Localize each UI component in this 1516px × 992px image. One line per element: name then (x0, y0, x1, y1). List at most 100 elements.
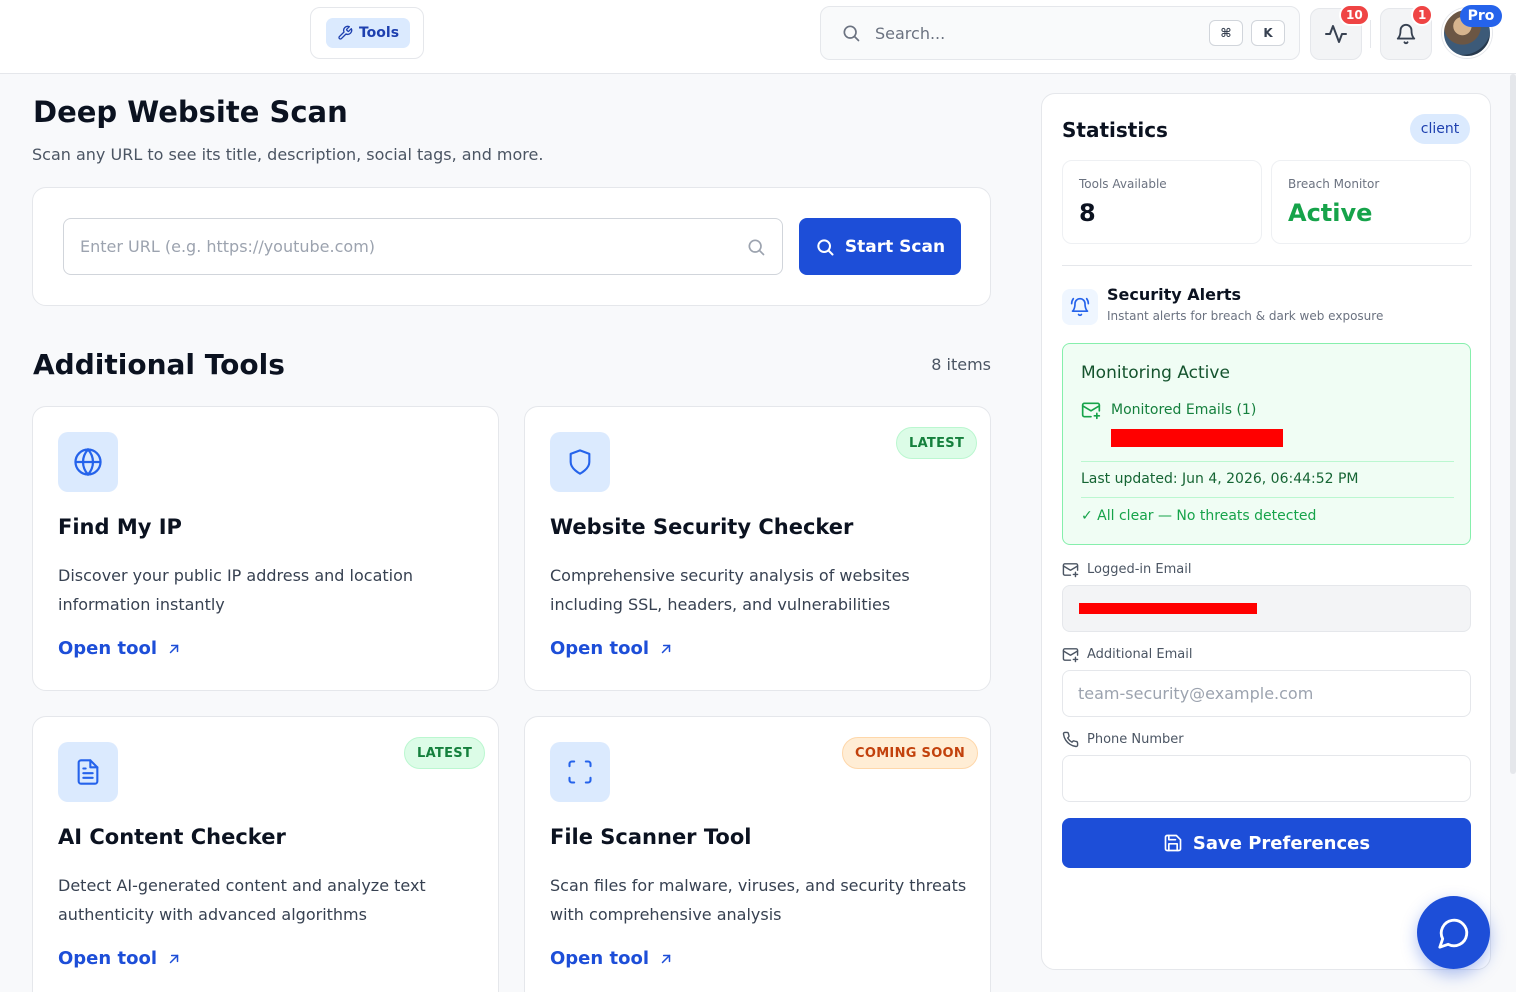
arrow-up-right-icon (659, 642, 673, 656)
page-subtitle: Scan any URL to see its title, descripti… (32, 145, 544, 164)
activity-badge: 10 (1339, 4, 1370, 26)
scan-card: Enter URL (e.g. https://youtube.com) Sta… (32, 187, 991, 306)
tool-card[interactable]: COMING SOON File Scanner Tool Scan files… (524, 716, 991, 992)
stat-value: 8 (1079, 199, 1096, 227)
divider (1081, 461, 1454, 462)
redacted-email (1079, 603, 1257, 614)
search-bar[interactable]: Search... ⌘ K (820, 6, 1300, 60)
tool-title: Find My IP (58, 515, 182, 539)
open-tool-link[interactable]: Open tool (550, 638, 673, 659)
globe-icon (58, 432, 118, 492)
tool-card[interactable]: LATEST AI Content Checker Detect AI-gene… (32, 716, 499, 992)
tool-description: Scan files for malware, viruses, and sec… (550, 876, 967, 924)
stat-breach-monitor: Breach Monitor Active (1271, 160, 1471, 244)
open-tool-link[interactable]: Open tool (550, 948, 673, 969)
activity-icon (1324, 22, 1348, 46)
tool-title: AI Content Checker (58, 825, 286, 849)
tool-description: Comprehensive security analysis of websi… (550, 566, 910, 614)
open-tool-label: Open tool (550, 948, 649, 969)
chat-bubble-icon (1437, 916, 1471, 950)
field-label: Logged-in Email (1087, 562, 1192, 577)
save-preferences-label: Save Preferences (1192, 832, 1371, 854)
tool-title: File Scanner Tool (550, 825, 752, 849)
pro-badge: Pro (1460, 5, 1502, 27)
page-title: Deep Website Scan (33, 95, 348, 129)
mail-icon (1062, 561, 1079, 578)
open-tool-label: Open tool (58, 948, 157, 969)
shortcut-key-cmd: ⌘ (1209, 20, 1243, 46)
stat-tools-available: Tools Available 8 (1062, 160, 1262, 244)
arrow-up-right-icon (167, 952, 181, 966)
security-alerts-title: Security Alerts (1107, 285, 1242, 304)
field-label: Phone Number (1087, 732, 1184, 747)
divider (1370, 20, 1371, 48)
stat-label: Tools Available (1079, 177, 1167, 191)
phone-icon (1062, 731, 1079, 748)
latest-tag: LATEST (896, 427, 978, 459)
bell-ring-icon (1062, 289, 1098, 325)
statistics-panel: Statistics client Tools Available 8 Brea… (1041, 93, 1491, 970)
url-placeholder: Enter URL (e.g. https://youtube.com) (80, 237, 376, 256)
redacted-email (1111, 429, 1283, 447)
latest-tag: LATEST (404, 737, 486, 769)
mail-icon (1062, 646, 1079, 663)
search-placeholder: Search... (875, 23, 946, 43)
statistics-title: Statistics (1062, 118, 1168, 142)
divider (1081, 497, 1454, 498)
section-title: Additional Tools (33, 348, 285, 381)
logged-in-email-field (1062, 585, 1471, 632)
tools-nav: Tools (310, 7, 424, 59)
scrollbar[interactable] (1510, 74, 1516, 774)
monitoring-title: Monitoring Active (1081, 363, 1230, 383)
additional-email-placeholder: team-security@example.com (1078, 684, 1314, 703)
start-scan-label: Start Scan (844, 236, 946, 257)
phone-number-label: Phone Number (1062, 731, 1184, 748)
mail-plus-icon (1081, 400, 1101, 420)
wrench-icon (337, 25, 353, 41)
role-badge: client (1410, 114, 1470, 144)
security-alerts-subtitle: Instant alerts for breach & dark web exp… (1107, 309, 1384, 323)
phone-number-field[interactable] (1062, 755, 1471, 802)
arrow-up-right-icon (659, 952, 673, 966)
top-bar: Tools Search... ⌘ K 10 1 Pro (0, 0, 1516, 74)
stat-value: Active (1288, 199, 1373, 227)
monitored-emails-label: Monitored Emails (1) (1111, 402, 1257, 418)
open-tool-link[interactable]: Open tool (58, 638, 181, 659)
chat-button[interactable] (1417, 896, 1490, 969)
tools-button[interactable]: Tools (326, 18, 410, 48)
bell-icon (1395, 23, 1417, 45)
monitoring-status-box: Monitoring Active Monitored Emails (1) L… (1062, 343, 1471, 545)
monitored-emails: Monitored Emails (1) (1081, 400, 1256, 420)
tool-card[interactable]: LATEST Website Security Checker Comprehe… (524, 406, 991, 691)
tool-description: Detect AI-generated content and analyze … (58, 876, 426, 924)
save-preferences-button[interactable]: Save Preferences (1062, 818, 1471, 868)
scan-frame-icon (550, 742, 610, 802)
open-tool-label: Open tool (550, 638, 649, 659)
arrow-up-right-icon (167, 642, 181, 656)
document-icon (58, 742, 118, 802)
shield-icon (550, 432, 610, 492)
coming-soon-tag: COMING SOON (842, 737, 979, 769)
additional-email-field[interactable]: team-security@example.com (1062, 670, 1471, 717)
save-icon (1163, 833, 1183, 853)
threat-status: ✓ All clear — No threats detected (1081, 508, 1317, 524)
logged-in-email-label: Logged-in Email (1062, 561, 1191, 578)
open-tool-link[interactable]: Open tool (58, 948, 181, 969)
search-icon (815, 237, 835, 257)
field-label: Additional Email (1087, 647, 1193, 662)
items-count: 8 items (931, 355, 991, 374)
search-icon (841, 23, 861, 43)
url-input[interactable]: Enter URL (e.g. https://youtube.com) (63, 218, 783, 275)
tool-description: Discover your public IP address and loca… (58, 566, 414, 614)
search-icon (746, 237, 766, 257)
tools-label: Tools (358, 25, 400, 41)
open-tool-label: Open tool (58, 638, 157, 659)
additional-email-label: Additional Email (1062, 646, 1192, 663)
shortcut-key-k: K (1251, 20, 1285, 46)
stat-label: Breach Monitor (1288, 177, 1380, 191)
start-scan-button[interactable]: Start Scan (799, 218, 961, 275)
tool-title: Website Security Checker (550, 515, 854, 539)
tool-card[interactable]: Find My IP Discover your public IP addre… (32, 406, 499, 691)
last-updated: Last updated: Jun 4, 2026, 06:44:52 PM (1081, 471, 1359, 487)
divider (1062, 265, 1472, 266)
